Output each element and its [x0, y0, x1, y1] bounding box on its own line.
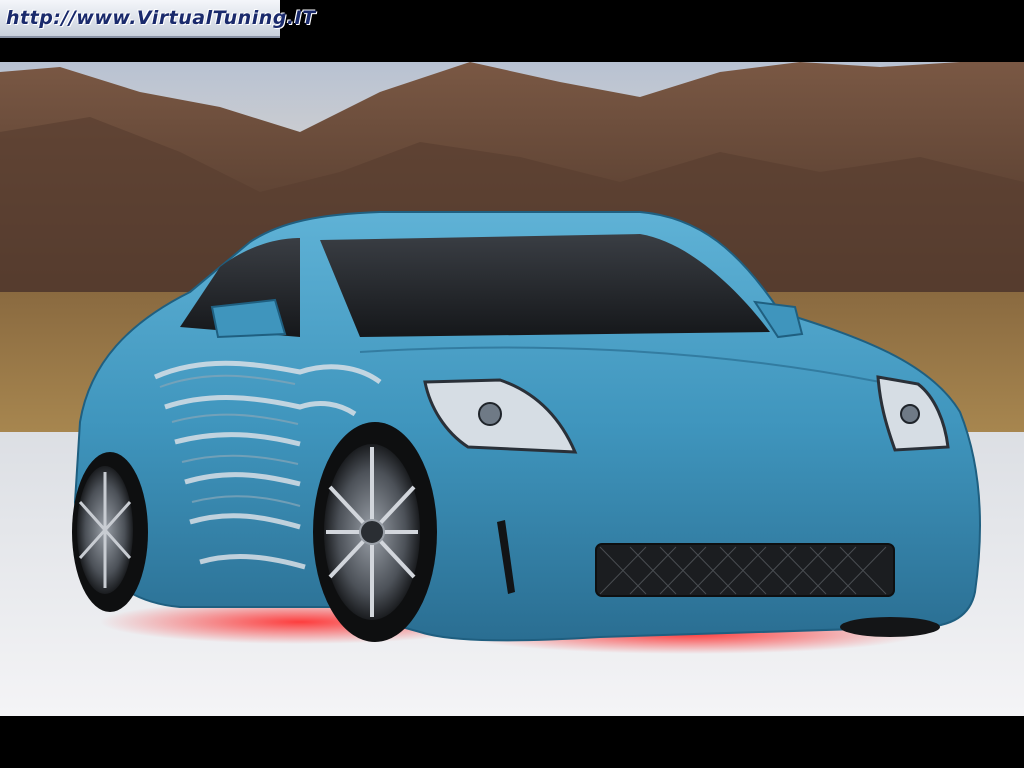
front-wheel [313, 422, 437, 642]
bottom-black-bar [0, 716, 1024, 768]
car-image [0, 62, 1024, 716]
left-mirror [210, 298, 287, 339]
site-watermark-logo[interactable]: http://www.VirtualTuning.IT [0, 0, 315, 38]
photo-scene [0, 62, 1024, 716]
rear-wheel [72, 452, 148, 612]
watermark-text: http://www.VirtualTuning.IT [6, 7, 316, 29]
front-right-wheel [840, 617, 940, 637]
